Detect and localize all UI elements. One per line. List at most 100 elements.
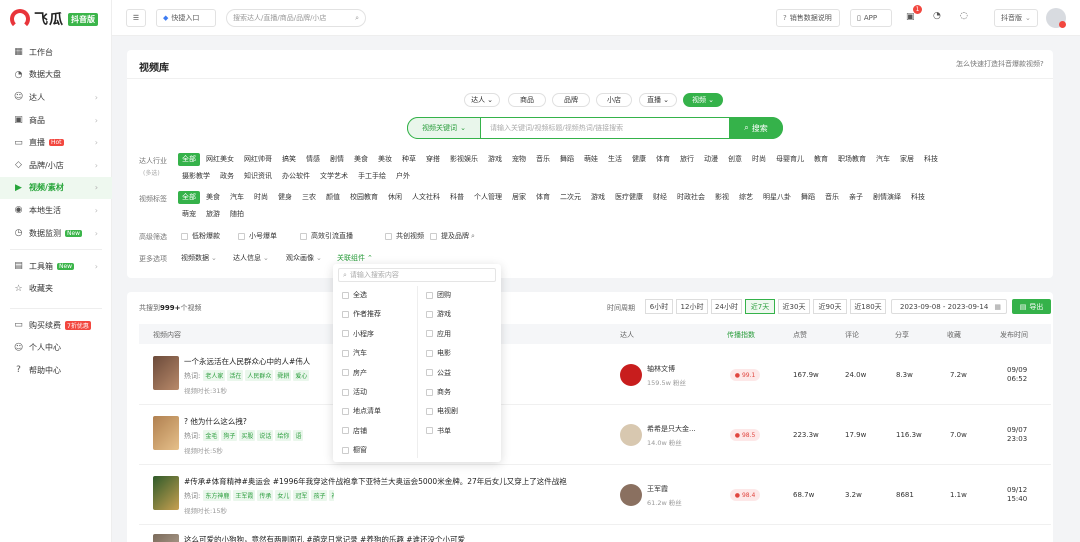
checkbox[interactable] — [426, 427, 433, 435]
checkbox[interactable] — [342, 291, 349, 299]
sidebar-item-items3-2[interactable]: ? 帮助中心 — [0, 359, 112, 382]
advanced-filter-option[interactable]: 低粉爆款 — [181, 231, 220, 241]
sidebar-item-items-7[interactable]: ◉ 本地生活 › — [0, 199, 112, 222]
filter-chip[interactable]: 健身 — [274, 191, 296, 204]
dropdown-option[interactable]: 汽车 — [342, 348, 367, 358]
hot-keyword[interactable]: 神鹿 — [329, 490, 334, 501]
filter-chip[interactable]: 户外 — [392, 170, 414, 183]
sidebar-item-items-5[interactable]: ◇ 品牌/小店 › — [0, 154, 112, 177]
sidebar-item-items3-0[interactable]: ▭ 购买续费 7折优惠 — [0, 314, 112, 337]
filter-chip[interactable]: 舞蹈 — [797, 191, 819, 204]
filter-chip[interactable]: 体育 — [652, 153, 674, 166]
checkbox[interactable] — [426, 369, 433, 377]
filter-chip[interactable]: 教育 — [810, 153, 832, 166]
period-option[interactable]: 6小时 — [645, 299, 673, 314]
dropdown-option[interactable]: 全选 — [342, 290, 367, 300]
checkbox[interactable] — [385, 232, 392, 240]
filter-chip[interactable]: 游戏 — [484, 153, 506, 166]
filter-chip[interactable]: 穿搭 — [422, 153, 444, 166]
hot-keyword[interactable]: 金毛 — [203, 430, 220, 441]
table-header-6[interactable]: 收藏 — [947, 330, 961, 340]
filter-chip[interactable]: 全部 — [178, 191, 200, 204]
advanced-filter-option[interactable]: 小号爆单 — [238, 231, 277, 241]
dropdown-option[interactable]: 公益 — [426, 368, 451, 378]
period-option[interactable]: 12小时 — [676, 299, 708, 314]
filter-chip[interactable]: 科技 — [907, 191, 929, 204]
hot-keyword[interactable]: 爱心 — [293, 370, 310, 381]
video-search-input[interactable]: 请输入关键词/视频标题/视频热词/链接搜索 — [490, 123, 623, 133]
video-title[interactable]: 一个永远活在人民群众心中的人#伟人 — [184, 356, 310, 367]
filter-chip[interactable]: 剧情演绎 — [869, 191, 905, 204]
checkbox[interactable] — [342, 388, 349, 396]
hot-keyword[interactable]: 女儿 — [275, 490, 292, 501]
checkbox[interactable] — [426, 349, 433, 357]
filter-chip[interactable]: 全部 — [178, 153, 200, 166]
search-mode-select[interactable]: 视频关键词 ⌄ — [407, 117, 481, 139]
dropdown-option[interactable]: 活动 — [342, 387, 367, 397]
more-option-0[interactable]: 视频数据 ⌄ — [181, 253, 217, 263]
period-option[interactable]: 近180天 — [850, 299, 886, 314]
filter-chip[interactable]: 居家 — [508, 191, 530, 204]
advanced-filter-option[interactable]: 共创视频 — [385, 231, 424, 241]
global-search-box[interactable]: 搜索达人/直播/商品/品牌/小店 ⌕ — [226, 9, 366, 27]
checkbox[interactable] — [430, 232, 437, 240]
sidebar-item-items-1[interactable]: ◔ 数据大盘 — [0, 64, 112, 87]
filter-chip[interactable]: 科技 — [920, 153, 942, 166]
dropdown-option[interactable]: 房产 — [342, 368, 367, 378]
sidebar-item-items3-1[interactable]: ☺ 个人中心 — [0, 337, 112, 360]
filter-chip[interactable]: 时尚 — [748, 153, 770, 166]
type-tab-3[interactable]: 小店 — [596, 93, 632, 107]
filter-chip[interactable]: 影视 — [711, 191, 733, 204]
dropdown-option[interactable]: 书单 — [426, 426, 451, 436]
hot-keyword[interactable]: 人民群众 — [245, 370, 274, 381]
more-option-1[interactable]: 达人信息 ⌄ — [233, 253, 269, 263]
hot-keyword[interactable]: 说话 — [257, 430, 274, 441]
dropdown-option[interactable]: 团购 — [426, 290, 451, 300]
filter-chip[interactable]: 种草 — [398, 153, 420, 166]
more-option-3[interactable]: 关联组件 ⌃ — [337, 253, 373, 263]
filter-chip[interactable]: 明星八卦 — [759, 191, 795, 204]
advanced-filter-option[interactable]: 提及品牌 ⌕ — [430, 231, 475, 241]
checkbox[interactable] — [426, 291, 433, 299]
type-tab-0[interactable]: 达人 ⌄ — [464, 93, 500, 107]
filter-chip[interactable]: 时尚 — [250, 191, 272, 204]
app-button[interactable]: ▯ APP — [850, 9, 892, 27]
checkbox[interactable] — [426, 330, 433, 338]
period-option[interactable]: 24小时 — [711, 299, 742, 314]
sidebar-item-items2-0[interactable]: ▤ 工具箱 New › — [0, 255, 112, 278]
filter-chip[interactable]: 科普 — [446, 191, 468, 204]
headset-icon[interactable]: ◌ — [960, 11, 968, 21]
filter-chip[interactable]: 美妆 — [374, 153, 396, 166]
filter-chip[interactable]: 三农 — [298, 191, 320, 204]
author-name[interactable]: 王军霞 — [647, 484, 668, 494]
author-name[interactable]: 希希是只大金... — [647, 424, 696, 434]
checkbox[interactable] — [300, 232, 307, 240]
filter-chip[interactable]: 生活 — [604, 153, 626, 166]
sidebar-item-items2-1[interactable]: ☆ 收藏夹 — [0, 278, 112, 301]
message-icon[interactable]: ▣ — [906, 12, 915, 22]
hot-keyword[interactable]: 传承 — [257, 490, 274, 501]
checkbox[interactable] — [342, 330, 349, 338]
filter-chip[interactable]: 美食 — [202, 191, 224, 204]
dropdown-option[interactable]: 游戏 — [426, 309, 451, 319]
filter-chip[interactable]: 个人管理 — [470, 191, 506, 204]
filter-chip[interactable]: 文学艺术 — [316, 170, 352, 183]
filter-chip[interactable]: 颜值 — [322, 191, 344, 204]
hot-keyword[interactable]: 活在 — [227, 370, 244, 381]
more-option-2[interactable]: 观众画像 ⌄ — [286, 253, 322, 263]
video-title[interactable]: #传承#体育精神#奥运会 #1996年我穿这件战袍拿下亚特兰大奥运会5000米金… — [184, 476, 567, 487]
video-thumbnail[interactable] — [153, 534, 179, 542]
filter-chip[interactable]: 办公软件 — [278, 170, 314, 183]
filter-chip[interactable]: 休闲 — [384, 191, 406, 204]
dropdown-option[interactable]: 小程序 — [342, 329, 374, 339]
filter-chip[interactable]: 舞蹈 — [556, 153, 578, 166]
video-thumbnail[interactable] — [153, 476, 179, 510]
filter-chip[interactable]: 旅行 — [676, 153, 698, 166]
checkbox[interactable] — [426, 388, 433, 396]
filter-chip[interactable]: 美食 — [350, 153, 372, 166]
hot-keyword[interactable]: 给你 — [275, 430, 292, 441]
filter-chip[interactable]: 政务 — [216, 170, 238, 183]
table-header-5[interactable]: 分享 — [895, 330, 909, 340]
filter-chip[interactable]: 汽车 — [226, 191, 248, 204]
advanced-filter-option[interactable]: 高效引流直播 — [300, 231, 353, 241]
